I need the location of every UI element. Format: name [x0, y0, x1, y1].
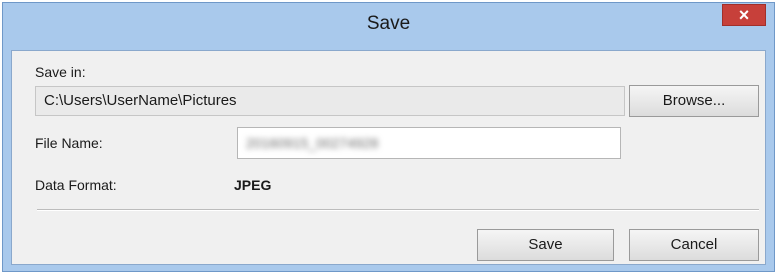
- data-format-label: Data Format:: [35, 177, 117, 193]
- file-name-input[interactable]: 20160915_00274928: [237, 127, 621, 159]
- save-dialog: Save × Save in: C:\Users\UserName\Pictur…: [2, 2, 775, 272]
- data-format-value: JPEG: [234, 177, 272, 193]
- close-button[interactable]: ×: [722, 4, 766, 26]
- dialog-title: Save: [366, 13, 411, 34]
- browse-button[interactable]: Browse...: [629, 85, 759, 117]
- divider: [37, 209, 759, 211]
- dialog-body: Save in: C:\Users\UserName\Pictures Brow…: [11, 50, 766, 265]
- save-button[interactable]: Save: [477, 229, 614, 261]
- title-bar[interactable]: Save ×: [3, 3, 774, 43]
- save-in-path-field: C:\Users\UserName\Pictures: [35, 86, 625, 116]
- cancel-button[interactable]: Cancel: [629, 229, 759, 261]
- close-icon: ×: [738, 5, 750, 25]
- file-name-label: File Name:: [35, 135, 103, 151]
- save-in-label: Save in:: [35, 64, 86, 80]
- file-name-value: 20160915_00274928: [246, 135, 379, 151]
